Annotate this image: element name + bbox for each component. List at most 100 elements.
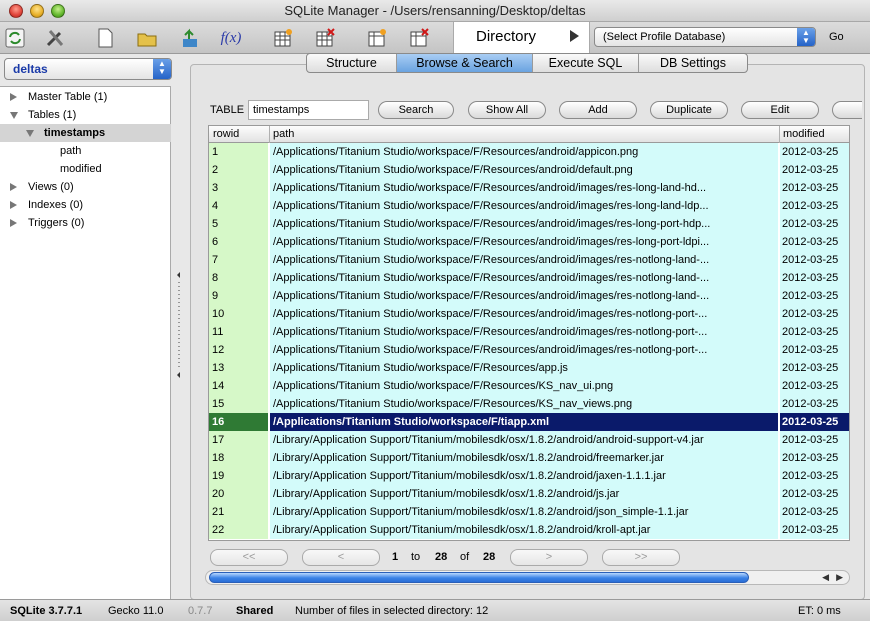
- create-index-icon[interactable]: [364, 25, 390, 51]
- table-row[interactable]: 14/Applications/Titanium Studio/workspac…: [209, 377, 849, 395]
- table-row[interactable]: 17/Library/Application Support/Titanium/…: [209, 431, 849, 449]
- cell-path[interactable]: /Library/Application Support/Titanium/mo…: [270, 503, 779, 521]
- table-row[interactable]: 6/Applications/Titanium Studio/workspace…: [209, 233, 849, 251]
- cell-modified[interactable]: 2012-03-25: [780, 503, 849, 521]
- table-row[interactable]: 13/Applications/Titanium Studio/workspac…: [209, 359, 849, 377]
- delete-record-button[interactable]: [832, 101, 862, 119]
- cell-rowid[interactable]: 9: [209, 287, 269, 305]
- disclosure-closed-icon[interactable]: [10, 183, 17, 191]
- close-window-button[interactable]: [9, 4, 23, 18]
- drop-table-icon[interactable]: [312, 25, 338, 51]
- cell-path[interactable]: /Library/Application Support/Titanium/mo…: [270, 449, 779, 467]
- cell-modified[interactable]: 2012-03-25: [780, 431, 849, 449]
- cell-rowid[interactable]: 10: [209, 305, 269, 323]
- table-row[interactable]: 11/Applications/Titanium Studio/workspac…: [209, 323, 849, 341]
- edit-record-button[interactable]: Edit: [741, 101, 819, 119]
- cell-modified[interactable]: 2012-03-25: [780, 449, 849, 467]
- cell-modified[interactable]: 2012-03-25: [780, 413, 849, 431]
- cell-path[interactable]: /Applications/Titanium Studio/workspace/…: [270, 359, 779, 377]
- cell-rowid[interactable]: 18: [209, 449, 269, 467]
- cell-path[interactable]: /Library/Application Support/Titanium/mo…: [270, 485, 779, 503]
- cell-path[interactable]: /Applications/Titanium Studio/workspace/…: [270, 305, 779, 323]
- tree-item[interactable]: Tables (1): [0, 106, 171, 124]
- table-name-field[interactable]: timestamps: [248, 100, 369, 120]
- cell-modified[interactable]: 2012-03-25: [780, 341, 849, 359]
- column-header-path[interactable]: path: [273, 128, 294, 140]
- cell-rowid[interactable]: 12: [209, 341, 269, 359]
- tree-item[interactable]: modified: [0, 160, 171, 178]
- tree-item[interactable]: timestamps: [0, 124, 171, 142]
- disclosure-open-icon[interactable]: [10, 112, 18, 119]
- scroll-right-icon[interactable]: ▶: [836, 572, 843, 583]
- last-page-button[interactable]: >>: [602, 549, 680, 566]
- cell-modified[interactable]: 2012-03-25: [780, 197, 849, 215]
- profile-database-select[interactable]: (Select Profile Database) ▲ ▼: [594, 27, 816, 47]
- search-button[interactable]: Search: [378, 101, 454, 119]
- cell-modified[interactable]: 2012-03-25: [780, 359, 849, 377]
- cell-modified[interactable]: 2012-03-25: [780, 251, 849, 269]
- database-select[interactable]: deltas ▲ ▼: [4, 58, 172, 80]
- table-row[interactable]: 16/Applications/Titanium Studio/workspac…: [209, 413, 849, 431]
- table-row[interactable]: 2/Applications/Titanium Studio/workspace…: [209, 161, 849, 179]
- horizontal-scrollbar[interactable]: ◀ ▶: [205, 570, 850, 585]
- cell-path[interactable]: /Applications/Titanium Studio/workspace/…: [270, 251, 779, 269]
- cell-modified[interactable]: 2012-03-25: [780, 323, 849, 341]
- cell-rowid[interactable]: 21: [209, 503, 269, 521]
- tab-browse-search[interactable]: Browse & Search: [397, 54, 533, 72]
- cell-rowid[interactable]: 22: [209, 521, 269, 539]
- table-row[interactable]: 8/Applications/Titanium Studio/workspace…: [209, 269, 849, 287]
- table-row[interactable]: 20/Library/Application Support/Titanium/…: [209, 485, 849, 503]
- cell-path[interactable]: /Library/Application Support/Titanium/mo…: [270, 431, 779, 449]
- first-page-button[interactable]: <<: [210, 549, 288, 566]
- cell-path[interactable]: /Library/Application Support/Titanium/mo…: [270, 467, 779, 485]
- cell-path[interactable]: /Applications/Titanium Studio/workspace/…: [270, 197, 779, 215]
- reconnect-icon[interactable]: [2, 25, 28, 51]
- tree-item[interactable]: path: [0, 142, 171, 160]
- column-separator[interactable]: [269, 126, 270, 143]
- tree-item[interactable]: Indexes (0): [0, 196, 171, 214]
- cell-rowid[interactable]: 15: [209, 395, 269, 413]
- cell-modified[interactable]: 2012-03-25: [780, 215, 849, 233]
- cell-path[interactable]: /Applications/Titanium Studio/workspace/…: [270, 179, 779, 197]
- cell-rowid[interactable]: 14: [209, 377, 269, 395]
- cell-path[interactable]: /Applications/Titanium Studio/workspace/…: [270, 269, 779, 287]
- directory-arrow-icon[interactable]: [570, 30, 579, 42]
- export-database-icon[interactable]: [176, 25, 202, 51]
- table-row[interactable]: 3/Applications/Titanium Studio/workspace…: [209, 179, 849, 197]
- cell-modified[interactable]: 2012-03-25: [780, 269, 849, 287]
- disclosure-closed-icon[interactable]: [10, 219, 17, 227]
- show-all-button[interactable]: Show All: [468, 101, 546, 119]
- cell-path[interactable]: /Library/Application Support/Titanium/mo…: [270, 521, 779, 539]
- table-row[interactable]: 5/Applications/Titanium Studio/workspace…: [209, 215, 849, 233]
- cell-rowid[interactable]: 17: [209, 431, 269, 449]
- table-row[interactable]: 18/Library/Application Support/Titanium/…: [209, 449, 849, 467]
- cell-modified[interactable]: 2012-03-25: [780, 143, 849, 161]
- cell-modified[interactable]: 2012-03-25: [780, 377, 849, 395]
- scrollbar-thumb[interactable]: [209, 572, 749, 583]
- cell-modified[interactable]: 2012-03-25: [780, 287, 849, 305]
- cell-modified[interactable]: 2012-03-25: [780, 467, 849, 485]
- duplicate-record-button[interactable]: Duplicate: [650, 101, 728, 119]
- cell-rowid[interactable]: 16: [209, 413, 269, 431]
- zoom-window-button[interactable]: [51, 4, 65, 18]
- cell-path[interactable]: /Applications/Titanium Studio/workspace/…: [270, 215, 779, 233]
- cell-path[interactable]: /Applications/Titanium Studio/workspace/…: [270, 143, 779, 161]
- cell-modified[interactable]: 2012-03-25: [780, 161, 849, 179]
- cell-path[interactable]: /Applications/Titanium Studio/workspace/…: [270, 161, 779, 179]
- table-row[interactable]: 22/Library/Application Support/Titanium/…: [209, 521, 849, 539]
- scroll-left-icon[interactable]: ◀: [822, 572, 829, 583]
- cell-rowid[interactable]: 8: [209, 269, 269, 287]
- disclosure-closed-icon[interactable]: [10, 201, 17, 209]
- create-table-icon[interactable]: [270, 25, 296, 51]
- tree-item[interactable]: Master Table (1): [0, 88, 171, 106]
- tools-icon[interactable]: [42, 25, 68, 51]
- prev-page-button[interactable]: <: [302, 549, 380, 566]
- table-row[interactable]: 15/Applications/Titanium Studio/workspac…: [209, 395, 849, 413]
- table-row[interactable]: 9/Applications/Titanium Studio/workspace…: [209, 287, 849, 305]
- cell-rowid[interactable]: 1: [209, 143, 269, 161]
- directory-panel[interactable]: Directory: [453, 22, 590, 54]
- cell-path[interactable]: /Applications/Titanium Studio/workspace/…: [270, 413, 779, 431]
- table-row[interactable]: 10/Applications/Titanium Studio/workspac…: [209, 305, 849, 323]
- cell-path[interactable]: /Applications/Titanium Studio/workspace/…: [270, 377, 779, 395]
- next-page-button[interactable]: >: [510, 549, 588, 566]
